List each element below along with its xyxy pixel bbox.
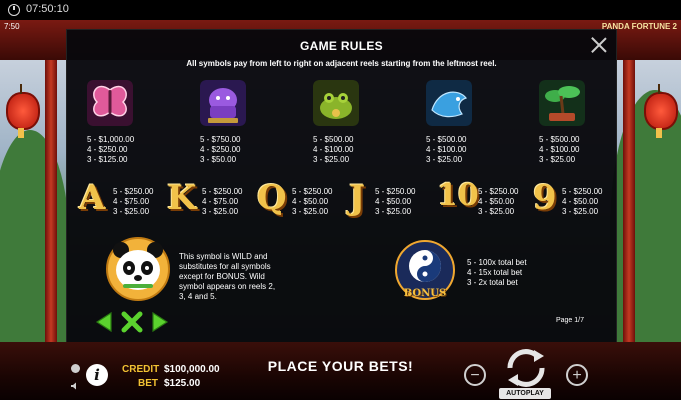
card-symbol-j: J [349,178,366,218]
bottom-bar: i CREDIT $100,000.00 BET $125.00 PLACE Y… [0,342,681,400]
decrease-bet-button[interactable]: − [464,364,486,386]
bonus-label: BONUS [403,288,447,299]
pillar-right [623,60,635,360]
foo-dog-statue-icon [200,80,246,126]
golden-toad-icon [313,80,359,126]
status-bar: 07:50:10 [0,0,681,20]
paytable-a: 5 - $250.00 4 - $75.00 3 - $25.00 [113,187,154,216]
bet-value: $125.00 [164,378,201,389]
page-indicator: Page 1/7 [555,317,584,324]
paytable-toad: 5 - $500.00 4 - $100.00 3 - $25.00 [313,135,354,164]
paytable-10: 5 - $250.00 4 - $50.00 3 - $25.00 [478,187,519,216]
close-button[interactable] [590,36,608,54]
paytable-k: 5 - $250.00 4 - $75.00 3 - $25.00 [202,187,243,216]
clock-icon [8,4,20,16]
paytable-9: 5 - $250.00 4 - $50.00 3 - $25.00 [562,187,603,216]
paytable-butterfly: 5 - $1,000.00 4 - $250.00 3 - $125.00 [87,135,135,164]
dragon-fish-icon [426,80,472,126]
paytable-dragon-fish: 5 - $500.00 4 - $100.00 3 - $25.00 [426,135,467,164]
butterfly-icon [87,80,133,126]
card-symbol-k: K [167,178,197,218]
wild-description: This symbol is WILD and substitutes for … [179,252,276,301]
pillar-left [45,60,57,360]
lantern-left-icon [6,84,40,138]
spin-button[interactable] [498,342,554,394]
card-symbol-10: 10 [437,178,479,213]
dialog-subtitle: All symbols pay from left to right on ad… [186,59,497,68]
speaker-icon[interactable] [71,382,79,390]
status-time: 07:50:10 [26,3,69,15]
paytable-bonsai: 5 - $500.00 4 - $100.00 3 - $25.00 [539,135,580,164]
prev-page-arrow-icon[interactable] [93,311,115,333]
bonsai-tree-icon [539,80,585,126]
game-rules-dialog: GAME RULES All symbols pay from left to … [66,29,617,344]
paytable-bonus: 5 - 100x total bet 4 - 15x total bet 3 -… [467,258,527,287]
card-symbol-q: Q [257,178,287,218]
increase-bet-button[interactable]: + [566,364,588,386]
mountain-right [610,90,681,370]
paytable-q: 5 - $250.00 4 - $50.00 3 - $25.00 [292,187,333,216]
next-page-arrow-icon[interactable] [149,311,171,333]
autoplay-button[interactable]: AUTOPLAY [499,388,551,399]
card-symbol-a: A [79,178,106,218]
mountain-left [0,130,70,370]
bet-label: BET [138,378,158,389]
paytable-foo-dog: 5 - $750.00 4 - $250.00 3 - $50.00 [200,135,241,164]
lantern-right-icon [644,84,678,138]
close-x-green-icon[interactable] [121,311,143,333]
paytable-j: 5 - $250.00 4 - $50.00 3 - $25.00 [375,187,416,216]
dialog-title: GAME RULES [299,39,383,53]
panda-wild-icon [106,237,170,301]
card-symbol-9: 9 [533,178,557,218]
game-clock: 7:50 [4,22,20,31]
